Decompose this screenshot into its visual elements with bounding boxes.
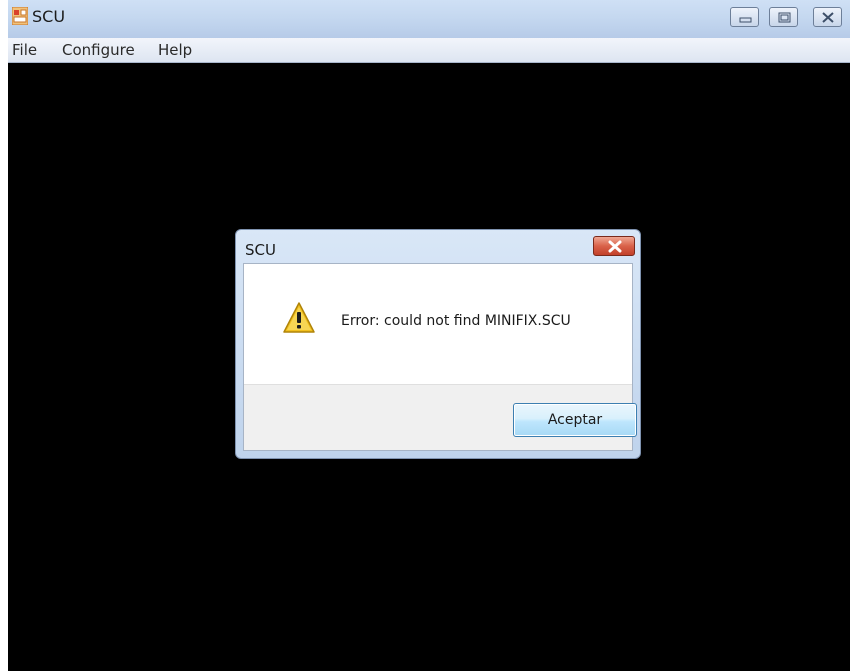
dialog-body: Error: could not find MINIFIX.SCU Acepta… [243,263,637,451]
warning-icon [282,301,316,335]
error-message: Error: could not find MINIFIX.SCU [341,313,571,329]
app-window: SCU File Configure Help SCU Error: could… [8,0,850,671]
maximize-button[interactable] [769,7,798,27]
dialog-close-button[interactable] [593,236,635,256]
app-icon [11,6,29,26]
menu-bar: File Configure Help [8,38,850,63]
close-button[interactable] [813,7,842,27]
title-bar[interactable]: SCU [8,0,850,38]
error-dialog: SCU Error: could not find MINIFIX.SCU Ac… [235,229,641,459]
window-title: SCU [32,7,66,26]
minimize-button[interactable] [730,7,759,27]
maximize-icon [778,12,791,23]
menu-file[interactable]: File [12,40,37,60]
ok-button[interactable]: Aceptar [513,403,637,437]
close-icon [822,12,834,23]
menu-configure[interactable]: Configure [62,40,135,60]
dialog-title: SCU [245,241,276,259]
menu-help[interactable]: Help [158,40,192,60]
minimize-icon [739,17,752,23]
close-icon [608,240,622,253]
